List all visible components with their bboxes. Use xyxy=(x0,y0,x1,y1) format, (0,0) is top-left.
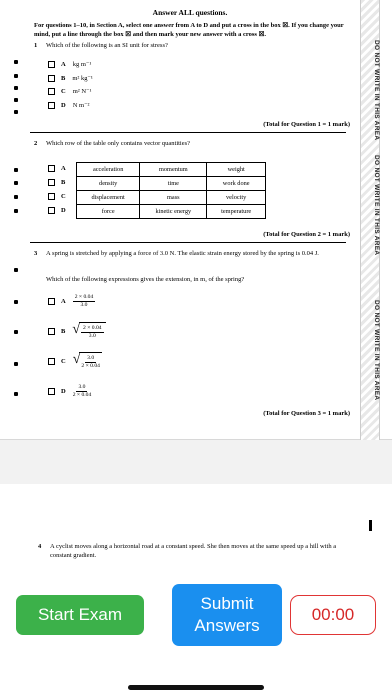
table-cell: momentum xyxy=(139,162,208,177)
divider xyxy=(30,242,346,243)
table-cell: density xyxy=(75,176,141,191)
table-row: displacement mass velocity xyxy=(75,190,266,205)
timing-marks xyxy=(0,0,22,440)
submit-answers-button[interactable]: Submit Answers xyxy=(172,584,282,646)
table-cell: velocity xyxy=(206,190,266,205)
table-cell: displacement xyxy=(75,190,141,205)
answer-checkbox[interactable] xyxy=(48,60,55,68)
answer-option[interactable]: B xyxy=(48,179,72,186)
answer-option[interactable]: A 2 × 0.04 3.0 xyxy=(48,294,96,309)
timing-mark xyxy=(14,98,18,102)
expression: √ 3.0 2 × 0.04 xyxy=(72,352,102,369)
question-number: 2 xyxy=(34,140,38,147)
section-heading: Answer ALL questions. xyxy=(152,8,228,17)
table-cell: force xyxy=(75,204,141,219)
paper-content: Answer ALL questions. For questions 1–10… xyxy=(30,0,350,440)
answer-option[interactable]: B √ 2 × 0.04 3.0 xyxy=(48,322,106,340)
question-total: (Total for Question 2 = 1 mark) xyxy=(263,231,350,238)
table-row: acceleration momentum weight xyxy=(75,162,266,177)
side-warning: DO NOT WRITE IN THIS AREA xyxy=(373,300,380,401)
do-not-write-strip: DO NOT WRITE IN THIS AREA DO NOT WRITE I… xyxy=(360,0,380,440)
table-cell: time xyxy=(139,176,208,191)
timing-mark xyxy=(14,74,18,78)
timing-mark xyxy=(14,330,18,334)
expression: √ 2 × 0.04 3.0 xyxy=(72,322,106,340)
timing-mark xyxy=(14,181,18,185)
table-row: density time work done xyxy=(75,176,266,191)
answer-checkbox[interactable] xyxy=(48,357,55,365)
timing-mark xyxy=(14,60,18,64)
question-prompt: Which of the following expressions gives… xyxy=(46,276,245,283)
answer-checkbox[interactable] xyxy=(48,193,55,200)
table-cell: temperature xyxy=(206,204,266,219)
timing-mark xyxy=(14,110,18,114)
start-exam-button[interactable]: Start Exam xyxy=(16,595,144,635)
answer-checkbox[interactable] xyxy=(48,165,55,172)
answer-checkbox[interactable] xyxy=(48,298,55,305)
timing-mark xyxy=(14,362,18,366)
quantities-table: acceleration momentum weight density tim… xyxy=(75,162,266,219)
timing-mark xyxy=(14,209,18,213)
question-text: Which row of the table only contains vec… xyxy=(46,140,191,147)
answer-option[interactable]: A xyxy=(48,165,73,172)
timing-mark xyxy=(369,520,372,531)
table-cell: work done xyxy=(206,176,266,191)
table-cell: acceleration xyxy=(75,162,141,177)
answer-checkbox[interactable] xyxy=(48,207,55,214)
timing-mark xyxy=(14,300,18,304)
answer-option[interactable]: C √ 3.0 2 × 0.04 xyxy=(48,352,102,370)
answer-option[interactable]: D 3.0 2 × 0.04 xyxy=(48,384,91,399)
timing-mark xyxy=(14,86,18,90)
question-total: (Total for Question 1 = 1 mark) xyxy=(263,121,350,128)
side-warning: DO NOT WRITE IN THIS AREA xyxy=(373,155,380,256)
table-cell: kinetic energy xyxy=(139,204,208,219)
timing-mark xyxy=(14,392,18,396)
timing-mark xyxy=(14,268,18,272)
table-cell: weight xyxy=(206,162,266,177)
question-text: Which of the following is an SI unit for… xyxy=(46,42,168,49)
answer-option[interactable]: D xyxy=(48,207,73,214)
answer-checkbox[interactable] xyxy=(48,74,55,82)
answer-checkbox[interactable] xyxy=(48,101,55,109)
timing-mark xyxy=(14,195,18,199)
answer-option[interactable]: A kg m⁻¹ xyxy=(48,60,91,68)
divider xyxy=(30,132,346,133)
question-total: (Total for Question 3 = 1 mark) xyxy=(263,410,350,417)
answer-checkbox[interactable] xyxy=(48,388,55,395)
expression: 2 × 0.04 3.0 xyxy=(72,294,96,308)
answer-checkbox[interactable] xyxy=(48,327,55,335)
answer-option[interactable]: D N m⁻² xyxy=(48,101,89,109)
table-cell: mass xyxy=(139,190,208,205)
answer-option[interactable]: C m² N⁻¹ xyxy=(48,87,91,95)
home-indicator[interactable] xyxy=(128,685,264,690)
question-number: 1 xyxy=(34,42,38,49)
side-warning: DO NOT WRITE IN THIS AREA xyxy=(373,40,380,141)
answer-option[interactable]: B m² kg⁻¹ xyxy=(48,74,93,82)
page-gap xyxy=(0,440,392,484)
question-text: A spring is stretched by applying a forc… xyxy=(46,250,319,257)
expression: 3.0 2 × 0.04 xyxy=(72,384,92,398)
exam-timer: 00:00 xyxy=(290,595,376,635)
question-number: 4 xyxy=(38,543,42,550)
exam-paper-page: DO NOT WRITE IN THIS AREA DO NOT WRITE I… xyxy=(0,0,392,440)
answer-option[interactable]: C xyxy=(48,193,73,200)
table-row: force kinetic energy temperature xyxy=(75,204,266,219)
answer-checkbox[interactable] xyxy=(48,179,55,186)
answer-checkbox[interactable] xyxy=(48,87,55,95)
question-text: A cyclist moves along a horizontal road … xyxy=(50,543,337,559)
instructions: For questions 1–10, in Section A, select… xyxy=(34,22,344,38)
question-number: 3 xyxy=(34,250,38,257)
timing-mark xyxy=(14,168,18,172)
